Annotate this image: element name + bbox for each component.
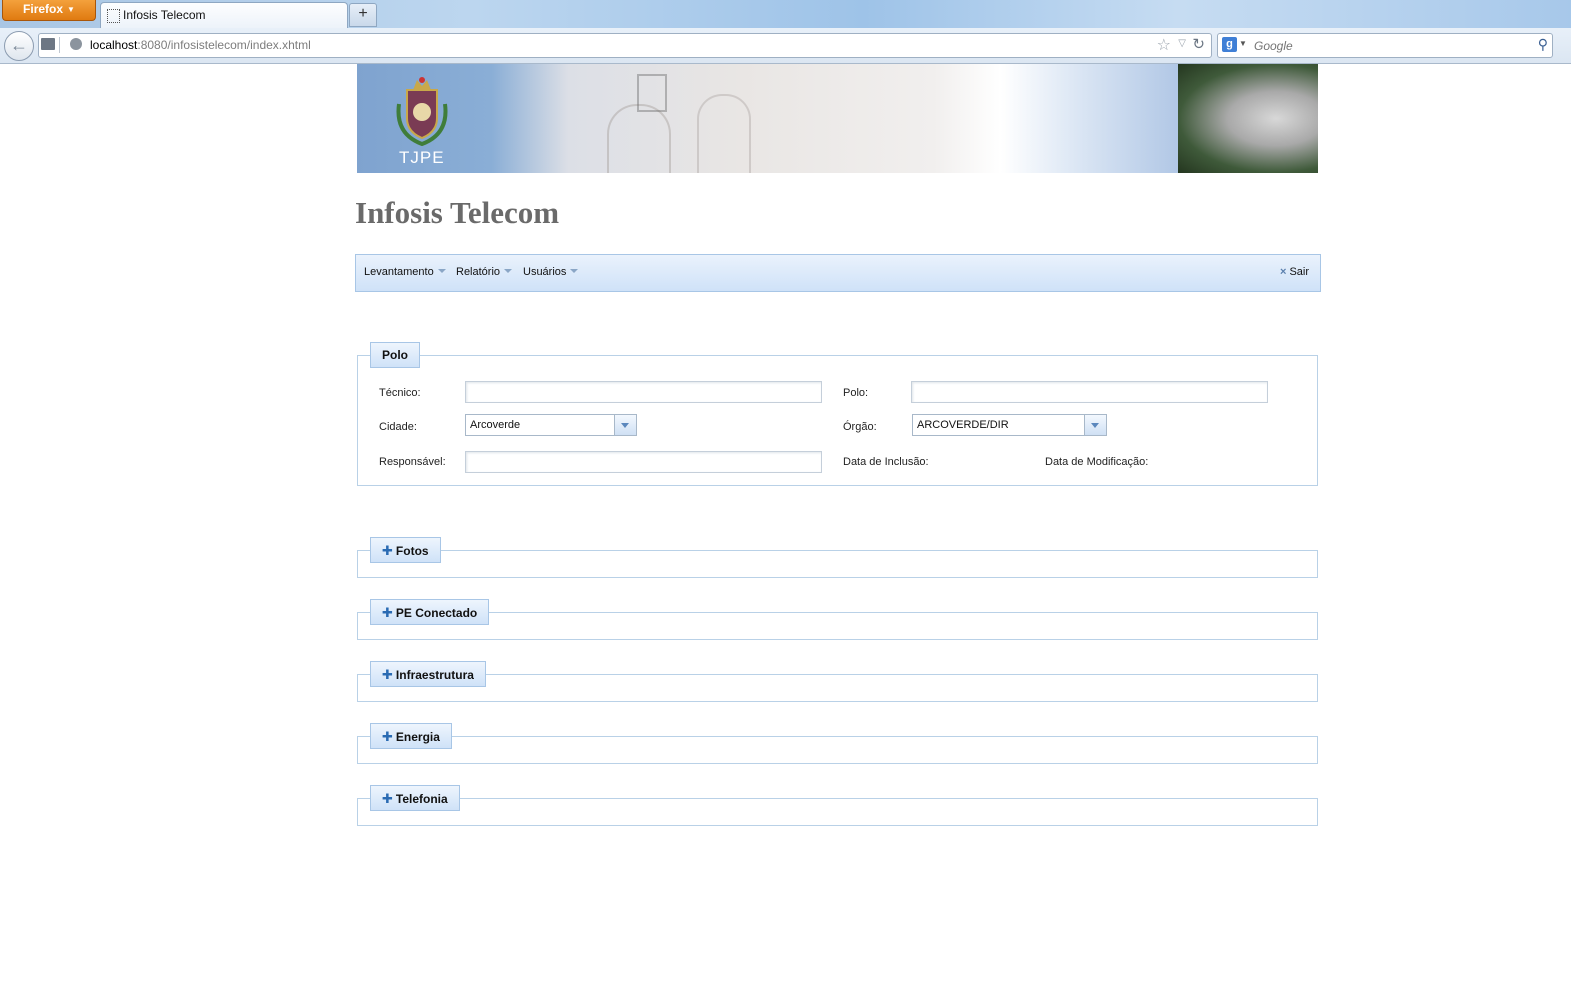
bookmark-star-icon[interactable]: ☆ bbox=[1157, 35, 1171, 55]
chevron-down-icon bbox=[570, 269, 579, 273]
logout-label: Sair bbox=[1289, 266, 1309, 278]
firefox-menu-button[interactable]: Firefox ▼ bbox=[2, 0, 96, 21]
plus-icon: ✚ bbox=[382, 543, 393, 558]
orgao-label: Órgão: bbox=[843, 421, 877, 433]
header-banner: TJPE bbox=[357, 64, 1318, 173]
search-icon[interactable]: ⚲ bbox=[1538, 36, 1548, 53]
polo-fieldset: Polo Técnico: Polo: Cidade: Arcoverde Ór… bbox=[357, 342, 1318, 486]
address-url[interactable]: localhost:8080/infosistelecom/index.xhtm… bbox=[90, 38, 311, 52]
fotos-legend-toggle[interactable]: ✚ Fotos bbox=[370, 537, 441, 563]
chevron-down-icon[interactable] bbox=[614, 415, 636, 435]
google-engine-icon[interactable]: g bbox=[1222, 37, 1237, 52]
main-menubar: Levantamento Relatório Usuários × Sair bbox=[355, 254, 1321, 292]
page-favicon-icon bbox=[107, 9, 120, 23]
history-dropdown-icon[interactable]: ▽ bbox=[1178, 38, 1186, 49]
legend-label: PE Conectado bbox=[395, 606, 478, 620]
pe-conectado-fieldset: ✚ PE Conectado bbox=[357, 599, 1318, 640]
energia-legend-toggle[interactable]: ✚ Energia bbox=[370, 723, 452, 749]
chevron-down-icon[interactable] bbox=[1084, 415, 1106, 435]
cidade-select[interactable]: Arcoverde bbox=[465, 414, 637, 436]
banner-caption: TJPE bbox=[399, 148, 445, 167]
polo-legend[interactable]: Polo bbox=[370, 342, 420, 368]
tecnico-label: Técnico: bbox=[379, 387, 421, 399]
responsavel-input[interactable] bbox=[465, 451, 822, 473]
back-button[interactable]: ← bbox=[4, 31, 34, 61]
plus-icon: ✚ bbox=[382, 605, 393, 620]
plus-icon: ✚ bbox=[382, 791, 393, 806]
orgao-selected-value: ARCOVERDE/DIR bbox=[917, 419, 1009, 431]
navigation-toolbar: ← localhost:8080/infosistelecom/index.xh… bbox=[0, 28, 1571, 64]
firefox-menu-label: Firefox bbox=[23, 2, 64, 16]
menu-levantamento[interactable]: Levantamento bbox=[364, 266, 446, 278]
engine-dropdown-icon[interactable]: ▼ bbox=[1239, 39, 1247, 48]
tecnico-input[interactable] bbox=[465, 381, 822, 403]
menu-usuarios[interactable]: Usuários bbox=[523, 266, 579, 278]
browser-titlebar: Firefox ▼ Infosis Telecom + bbox=[0, 0, 1571, 28]
chevron-down-icon bbox=[504, 269, 513, 273]
address-divider bbox=[59, 37, 60, 53]
chevron-down-icon: ▼ bbox=[67, 5, 75, 14]
logout-button[interactable]: × Sair bbox=[1280, 266, 1309, 278]
cidade-selected-value: Arcoverde bbox=[470, 419, 521, 431]
close-icon: × bbox=[1280, 266, 1287, 278]
legend-label: Infraestrutura bbox=[395, 668, 474, 682]
plus-icon: ✚ bbox=[382, 667, 393, 682]
data-modificacao-label: Data de Modificação: bbox=[1045, 456, 1149, 468]
tab-title: Infosis Telecom bbox=[123, 8, 206, 22]
browser-tab[interactable]: Infosis Telecom bbox=[100, 2, 348, 28]
legend-label: Energia bbox=[395, 730, 440, 744]
legend-label: Telefonia bbox=[395, 792, 448, 806]
tab-groups-icon[interactable] bbox=[41, 38, 55, 50]
banner-lamp bbox=[637, 74, 667, 112]
legend-label: Fotos bbox=[395, 544, 429, 558]
search-input[interactable] bbox=[1252, 36, 1526, 55]
data-inclusao-label: Data de Inclusão: bbox=[843, 456, 929, 468]
banner-arch bbox=[607, 104, 671, 173]
address-bar[interactable]: localhost:8080/infosistelecom/index.xhtm… bbox=[38, 33, 1212, 58]
menu-label: Usuários bbox=[523, 266, 567, 278]
telefonia-fieldset: ✚ Telefonia bbox=[357, 785, 1318, 826]
energia-fieldset: ✚ Energia bbox=[357, 723, 1318, 764]
responsavel-label: Responsável: bbox=[379, 456, 446, 468]
telefonia-legend-toggle[interactable]: ✚ Telefonia bbox=[370, 785, 460, 811]
tjpe-crest-logo bbox=[396, 77, 448, 146]
infraestrutura-legend-toggle[interactable]: ✚ Infraestrutura bbox=[370, 661, 486, 687]
orgao-select[interactable]: ARCOVERDE/DIR bbox=[912, 414, 1107, 436]
menu-relatorio[interactable]: Relatório bbox=[456, 266, 513, 278]
menu-label: Relatório bbox=[456, 266, 501, 278]
fotos-fieldset: ✚ Fotos bbox=[357, 537, 1318, 578]
new-tab-button[interactable]: + bbox=[349, 3, 377, 27]
banner-arch bbox=[697, 94, 751, 173]
infraestrutura-fieldset: ✚ Infraestrutura bbox=[357, 661, 1318, 702]
polo-label: Polo: bbox=[843, 387, 869, 399]
legend-label: Polo bbox=[382, 348, 408, 362]
banner-statue bbox=[1178, 64, 1318, 173]
page-title: Infosis Telecom bbox=[355, 195, 560, 230]
chevron-down-icon bbox=[437, 269, 446, 273]
search-bar[interactable]: g ▼ ⚲ bbox=[1217, 33, 1553, 58]
menu-label: Levantamento bbox=[364, 266, 434, 278]
polo-input[interactable] bbox=[911, 381, 1268, 403]
pe-conectado-legend-toggle[interactable]: ✚ PE Conectado bbox=[370, 599, 490, 625]
cidade-label: Cidade: bbox=[379, 421, 417, 433]
reload-icon[interactable]: ↻ bbox=[1192, 35, 1205, 53]
site-identity-icon[interactable] bbox=[70, 38, 82, 50]
plus-icon: ✚ bbox=[382, 729, 393, 744]
